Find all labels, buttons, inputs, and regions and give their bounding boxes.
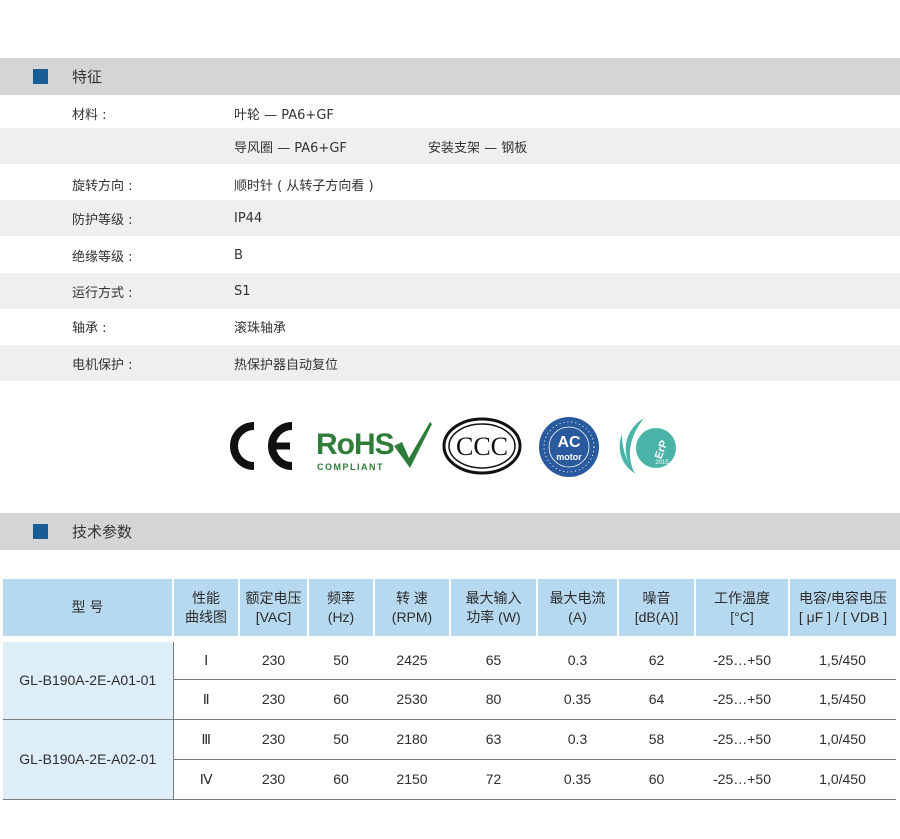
power-cell: 63: [450, 719, 537, 760]
feature-label: 旋转方向 :: [72, 178, 133, 194]
rohs-text: RoHS: [316, 428, 395, 461]
table-header-row: 型 号 性能 曲线图 额定电压 [VAC] 频率 (Hz) 转 速 (RPM) 最大输入…: [3, 579, 896, 639]
capacitor-cell: 1,0/450: [789, 719, 896, 760]
spec-table: 型 号 性能 曲线图 额定电压 [VAC] 频率 (Hz) 转 速 (RPM) 最大输入…: [3, 579, 896, 800]
voltage-cell: 230: [239, 759, 308, 800]
ccc-text: CCC: [456, 432, 508, 461]
feature-label: 电机保护 :: [72, 357, 133, 373]
noise-cell: 62: [618, 636, 695, 680]
ce-mark-icon: [230, 422, 293, 470]
feature-row-protection: 防护等级 : IP44: [0, 200, 900, 236]
feature-label: 材料 :: [72, 107, 107, 123]
feature-value: 叶轮 — PA6+GF: [234, 107, 334, 123]
erp-year-text: 2015: [655, 460, 669, 466]
feature-value: 滚珠轴承: [234, 320, 287, 336]
noise-cell: 58: [618, 719, 695, 760]
ac-motor-text: motor: [556, 452, 582, 462]
rohs-sub-text: COMPLIANT: [317, 462, 384, 472]
section-marker-icon: [33, 69, 48, 84]
header-current: 最大电流 (A): [537, 579, 619, 639]
noise-cell: 64: [618, 679, 695, 720]
header-model: 型 号: [3, 579, 174, 639]
feature-row-duty: 运行方式 : S1: [0, 273, 900, 309]
speed-cell: 2180: [374, 719, 450, 760]
power-cell: 80: [450, 679, 537, 720]
header-temperature: 工作温度 [°C]: [695, 579, 790, 639]
capacitor-cell: 1,0/450: [789, 759, 896, 800]
frequency-cell: 50: [308, 636, 374, 680]
header-noise: 噪音 [dB(A)]: [618, 579, 696, 639]
feature-row-rotation: 旋转方向 : 顺时针 ( 从转子方向看 ): [0, 166, 900, 202]
feature-row-bearing: 轴承 : 滚珠轴承: [0, 308, 900, 344]
feature-row-material: 材料 : 叶轮 — PA6+GF: [0, 95, 900, 131]
table-row: GL-B190A-2E-A01-01 Ⅰ 230 50 2425 65 0.3 …: [3, 636, 896, 720]
voltage-cell: 230: [239, 679, 308, 720]
features-title: 特征: [72, 68, 103, 86]
feature-label: 轴承 :: [72, 320, 107, 336]
capacitor-cell: 1,5/450: [789, 636, 896, 680]
model-cell: GL-B190A-2E-A01-01: [3, 636, 174, 720]
curve-cell: Ⅲ: [173, 719, 239, 760]
feature-row-insulation: 绝缘等级 : B: [0, 237, 900, 273]
feature-value: 导风圈 — PA6+GF: [234, 140, 347, 156]
header-capacitor: 电容/电容电压[ μF ] / [ VDB ]: [789, 579, 896, 639]
current-cell: 0.3: [537, 719, 618, 760]
header-speed: 转 速 (RPM): [374, 579, 451, 639]
table-row: GL-B190A-2E-A02-01 Ⅲ 230 50 2180 63 0.3 …: [3, 719, 896, 800]
curve-cell: Ⅰ: [173, 636, 239, 680]
voltage-cell: 230: [239, 636, 308, 680]
current-cell: 0.3: [537, 636, 618, 680]
frequency-cell: 60: [308, 679, 374, 720]
speed-cell: 2425: [374, 636, 450, 680]
frequency-cell: 60: [308, 759, 374, 800]
feature-label: 防护等级 :: [72, 212, 133, 228]
erp-badge-icon: ErP 2015: [619, 418, 676, 474]
temperature-cell: -25…+50: [695, 759, 789, 800]
section-marker-icon: [33, 524, 48, 539]
temperature-cell: -25…+50: [695, 679, 789, 720]
header-curve: 性能 曲线图: [173, 579, 240, 639]
current-cell: 0.35: [537, 759, 618, 800]
feature-row-motor-protection: 电机保护 : 热保护器自动复位: [0, 345, 900, 381]
noise-cell: 60: [618, 759, 695, 800]
specs-title: 技术参数: [72, 523, 133, 541]
header-frequency: 频率 (Hz): [308, 579, 375, 639]
model-cell: GL-B190A-2E-A02-01: [3, 719, 174, 800]
current-cell: 0.35: [537, 679, 618, 720]
temperature-cell: -25…+50: [695, 719, 789, 760]
feature-row-material-2: 导风圈 — PA6+GF 安装支架 — 钢板: [0, 128, 900, 164]
feature-label: 绝缘等级 :: [72, 249, 133, 265]
ccc-mark-icon: CCC: [442, 417, 522, 475]
feature-value: 热保护器自动复位: [234, 357, 339, 373]
header-power: 最大输入 功率 (W): [450, 579, 538, 639]
temperature-cell: -25…+50: [695, 636, 789, 680]
header-voltage: 额定电压 [VAC]: [239, 579, 309, 639]
feature-value: IP44: [234, 210, 263, 226]
power-cell: 65: [450, 636, 537, 680]
rohs-logo: RoHS COMPLIANT: [314, 420, 434, 476]
feature-value: S1: [234, 283, 251, 299]
checkmark-icon: [394, 422, 432, 468]
features-header: 特征: [0, 58, 900, 95]
capacitor-cell: 1,5/450: [789, 679, 896, 720]
ac-text: AC: [557, 434, 581, 451]
certification-logos: RoHS COMPLIANT CCC AC motor ErP 2015: [0, 410, 900, 480]
feature-value-secondary: 安装支架 — 钢板: [428, 140, 528, 156]
ac-motor-badge-icon: AC motor: [539, 417, 599, 477]
feature-label: 运行方式 :: [72, 285, 133, 301]
feature-value: B: [234, 247, 243, 263]
specs-header: 技术参数: [0, 513, 900, 550]
frequency-cell: 50: [308, 719, 374, 760]
power-cell: 72: [450, 759, 537, 800]
speed-cell: 2530: [374, 679, 450, 720]
voltage-cell: 230: [239, 719, 308, 760]
curve-cell: Ⅳ: [173, 759, 239, 800]
curve-cell: Ⅱ: [173, 679, 239, 720]
speed-cell: 2150: [374, 759, 450, 800]
feature-value: 顺时针 ( 从转子方向看 ): [234, 178, 374, 194]
